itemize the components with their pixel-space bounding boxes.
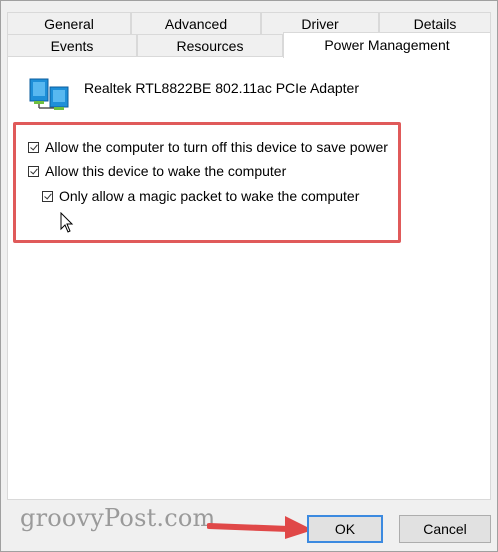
tab-resources[interactable]: Resources [137, 34, 283, 56]
tab-events[interactable]: Events [7, 34, 137, 56]
tab-details[interactable]: Details [379, 12, 491, 34]
power-management-panel: Realtek RTL8822BE 802.11ac PCIe Adapter … [7, 56, 491, 500]
device-name: Realtek RTL8822BE 802.11ac PCIe Adapter [84, 80, 359, 96]
tab-driver[interactable]: Driver [261, 12, 379, 34]
tab-power-management[interactable]: Power Management [283, 32, 491, 58]
mouse-cursor-icon [60, 212, 74, 233]
ok-button[interactable]: OK [307, 515, 383, 543]
network-adapter-icon [29, 78, 69, 110]
tab-advanced[interactable]: Advanced [131, 12, 261, 34]
tab-general[interactable]: General [7, 12, 131, 34]
cancel-button[interactable]: Cancel [399, 515, 491, 543]
properties-dialog: General Advanced Driver Details Events R… [0, 0, 498, 552]
watermark: groovyPost.com [20, 504, 216, 532]
